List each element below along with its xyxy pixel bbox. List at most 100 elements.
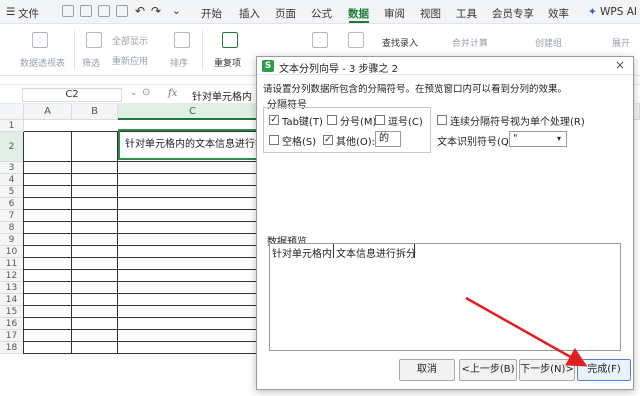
comma-label: 逗号(C) (388, 117, 423, 128)
tab-data[interactable]: 数据 (348, 6, 369, 21)
show-all-button[interactable]: 全部显示 (112, 34, 148, 47)
export-pdf-icon[interactable] (80, 5, 92, 17)
row-header-12[interactable]: 12 (0, 270, 24, 282)
row-header-8[interactable]: 8 (0, 222, 24, 234)
column-header-b[interactable]: B (72, 104, 118, 120)
pivot-table-icon (32, 32, 48, 48)
create-group-button[interactable]: 创建组 (535, 36, 562, 49)
semicolon-checkbox[interactable] (327, 115, 337, 125)
tab-tools[interactable]: 工具 (456, 6, 477, 21)
chevron-down-icon[interactable]: ⌄ (172, 5, 181, 17)
dropdown-arrow-icon: ▾ (557, 134, 562, 143)
grid-line (117, 132, 118, 354)
zoom-icon[interactable]: ⊙ (142, 87, 150, 98)
row-header-13[interactable]: 13 (0, 282, 24, 294)
wps-ai-button[interactable]: WPS AI (600, 6, 637, 18)
consecutive-label: 连续分隔符号视为单个处理(R) (450, 117, 585, 128)
grid-line (24, 305, 268, 306)
row-header-3[interactable]: 3 (0, 162, 24, 174)
dialog-title-bar[interactable]: S 文本分列向导 - 3 步骤之 2 × (257, 57, 633, 75)
row-header-2[interactable]: 2 (0, 132, 24, 162)
row-header-10[interactable]: 10 (0, 246, 24, 258)
formula-input[interactable]: 针对单元格内 (192, 88, 252, 103)
row-header-15[interactable]: 15 (0, 306, 24, 318)
duplicates-button[interactable]: 重复项 (214, 56, 241, 69)
data-preview[interactable]: 针对单元格内 文本信息进行拆分 (269, 243, 621, 351)
tab-formulas[interactable]: 公式 (311, 6, 332, 21)
back-button[interactable]: <上一步(B) (459, 359, 517, 381)
tab-view[interactable]: 视图 (420, 6, 441, 21)
filter-icon (86, 32, 102, 48)
other-delimiter-input[interactable]: 的 (375, 131, 401, 147)
text-to-columns-dialog: S 文本分列向导 - 3 步骤之 2 × 请设置分列数据所包含的分隔符号。在预览… (256, 56, 634, 390)
wps-logo-icon: S (262, 60, 274, 72)
row-header-9[interactable]: 9 (0, 234, 24, 246)
tab-member[interactable]: 会员专享 (492, 6, 534, 21)
grid-line (24, 257, 268, 258)
tab-efficiency[interactable]: 效率 (548, 6, 569, 21)
pivot-table-button[interactable]: 数据透视表 (20, 56, 65, 69)
qualifier-select[interactable]: " ▾ (509, 131, 567, 147)
grid-line (24, 185, 268, 186)
grid-line (23, 132, 24, 354)
finish-button[interactable]: 完成(F) (577, 359, 631, 381)
consecutive-checkbox[interactable] (437, 115, 447, 125)
column-header-a[interactable]: A (24, 104, 72, 120)
other-checkbox[interactable]: ✓ (323, 135, 333, 145)
grid-line (24, 221, 268, 222)
tab-insert[interactable]: 插入 (239, 6, 260, 21)
grid-line (24, 353, 268, 354)
cancel-button[interactable]: 取消 (399, 359, 455, 381)
tab-home[interactable]: 开始 (201, 6, 222, 21)
tab-label: Tab键(T) (282, 117, 323, 128)
grid-line (24, 233, 268, 234)
select-all-corner[interactable] (0, 104, 24, 120)
next-button[interactable]: 下一步(N)> (519, 359, 575, 381)
fx-icon[interactable]: fx (168, 88, 177, 99)
hamburger-icon[interactable]: ☰ (6, 6, 15, 18)
active-tab-indicator (349, 21, 369, 23)
print-preview-icon[interactable] (116, 5, 128, 17)
find-entry-button[interactable]: 查找录入 (382, 36, 418, 49)
redo-icon[interactable]: ↷ (151, 4, 161, 18)
chevron-down-icon[interactable]: ⌄ (130, 88, 138, 98)
row-header-17[interactable]: 17 (0, 330, 24, 342)
grid-line (24, 269, 268, 270)
cell-c2[interactable]: 针对单元格内的文本信息进行拆 (118, 129, 268, 160)
other-label: 其他(O): (336, 137, 376, 148)
tab-page[interactable]: 页面 (275, 6, 296, 21)
wps-ai-icon: ✦ (588, 6, 597, 18)
name-box[interactable]: C2 (22, 88, 122, 102)
reapply-button[interactable]: 重新应用 (112, 54, 148, 67)
column-header-c[interactable]: C (118, 104, 268, 120)
grid-line (24, 173, 268, 174)
row-header-4[interactable]: 4 (0, 174, 24, 186)
save-icon[interactable] (62, 5, 74, 17)
close-icon[interactable]: × (615, 58, 625, 72)
row-header-11[interactable]: 11 (0, 258, 24, 270)
tab-checkbox[interactable]: ✓ (269, 115, 279, 125)
row-header-14[interactable]: 14 (0, 294, 24, 306)
row-header-18[interactable]: 18 (0, 342, 24, 354)
row-header-7[interactable]: 7 (0, 210, 24, 222)
file-menu[interactable]: 文件 (18, 6, 39, 21)
undo-icon[interactable]: ↶ (135, 4, 145, 18)
sort-button[interactable]: 排序 (170, 56, 188, 69)
merge-calc-button[interactable]: 合并计算 (452, 36, 488, 49)
space-checkbox[interactable] (269, 135, 279, 145)
row-header-16[interactable]: 16 (0, 318, 24, 330)
instruction-text: 请设置分列数据所包含的分隔符号。在预览窗口内可以看到分列的效果。 (263, 84, 568, 95)
comma-checkbox[interactable] (375, 115, 385, 125)
row-header-1[interactable]: 1 (0, 120, 24, 132)
preview-column-1: 针对单元格内 (272, 249, 332, 260)
tab-review[interactable]: 审阅 (384, 6, 405, 21)
filter-button[interactable]: 筛选 (82, 56, 100, 69)
row-header-6[interactable]: 6 (0, 198, 24, 210)
sort-icon (174, 32, 190, 48)
space-label: 空格(S) (282, 137, 317, 148)
expand-button[interactable]: 展开 (612, 36, 630, 49)
print-icon[interactable] (98, 5, 110, 17)
grid-line (24, 161, 268, 162)
menu-bar: ☰ 文件 ↶ ↷ ⌄ 开始 插入 页面 公式 数据 审阅 视图 工具 会员专享 … (0, 0, 640, 24)
row-header-5[interactable]: 5 (0, 186, 24, 198)
